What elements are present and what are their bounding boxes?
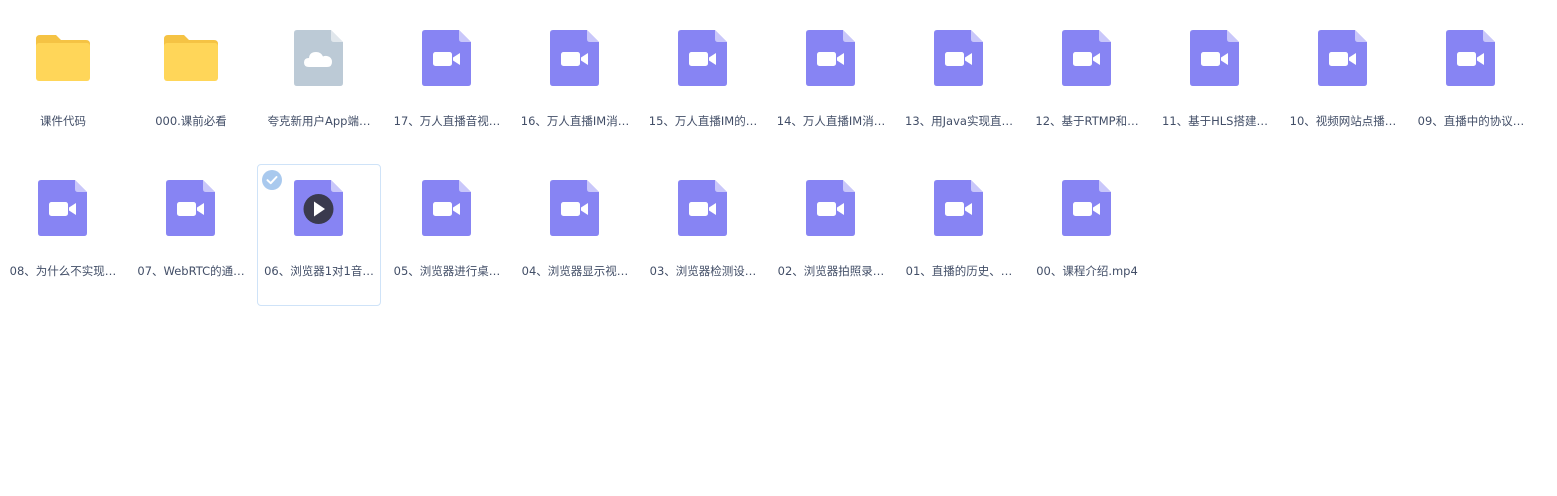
- file-item[interactable]: 01、直播的历史、…: [897, 164, 1021, 306]
- file-grid: 课件代码 000.课前必看 夸克新用户App端… 17、万人直播音视… 16、万人直播I…: [0, 14, 1557, 314]
- video-file-icon: [1190, 30, 1239, 86]
- video-file-icon: [1446, 30, 1495, 86]
- file-item[interactable]: 12、基于RTMP和…: [1025, 14, 1149, 156]
- video-file-icon: [678, 30, 727, 86]
- file-name: 17、万人直播音视…: [393, 114, 501, 128]
- file-item[interactable]: 04、浏览器显示视…: [513, 164, 637, 306]
- file-row-1: 课件代码 000.课前必看 夸克新用户App端… 17、万人直播音视… 16、万人直播I…: [0, 14, 1557, 156]
- folder-icon: [36, 35, 90, 81]
- file-item[interactable]: 11、基于HLS搭建…: [1153, 14, 1277, 156]
- video-file-icon: [1062, 180, 1111, 236]
- file-name: 课件代码: [40, 114, 86, 128]
- video-file-icon: [678, 180, 727, 236]
- file-thumbnail: [258, 179, 380, 237]
- video-file-icon: [422, 30, 471, 86]
- file-name: 06、浏览器1对1音…: [264, 264, 374, 278]
- video-file-icon: [806, 180, 855, 236]
- file-thumbnail: [2, 29, 124, 87]
- file-name: 08、为什么不实现…: [9, 264, 117, 278]
- cloud-file-icon: [294, 30, 343, 86]
- file-thumbnail: [1154, 29, 1276, 87]
- play-icon[interactable]: [303, 194, 334, 224]
- file-item[interactable]: 09、直播中的协议…: [1409, 14, 1533, 156]
- file-thumbnail: [1410, 29, 1532, 87]
- file-item[interactable]: 02、浏览器拍照录…: [769, 164, 893, 306]
- file-thumbnail: [386, 29, 508, 87]
- file-item[interactable]: 15、万人直播IM的…: [641, 14, 765, 156]
- video-file-icon: [422, 180, 471, 236]
- video-file-icon: [294, 180, 343, 236]
- file-thumbnail: [514, 179, 636, 237]
- file-name: 05、浏览器进行桌…: [393, 264, 501, 278]
- folder-icon: [164, 35, 218, 81]
- video-file-icon: [1062, 30, 1111, 86]
- file-thumbnail: [770, 29, 892, 87]
- file-name: 03、浏览器检测设…: [649, 264, 757, 278]
- folder-item[interactable]: 000.课前必看: [129, 14, 253, 156]
- file-row-2: 08、为什么不实现… 07、WebRTC的通… 06、浏览器1对1音… 05、浏览器进…: [0, 164, 1557, 306]
- file-name: 07、WebRTC的通…: [137, 264, 245, 278]
- file-thumbnail: [642, 179, 764, 237]
- file-item[interactable]: 08、为什么不实现…: [1, 164, 125, 306]
- file-thumbnail: [1282, 29, 1404, 87]
- file-thumbnail: [642, 29, 764, 87]
- video-file-icon: [166, 180, 215, 236]
- file-name: 00、课程介绍.mp4: [1036, 264, 1138, 278]
- file-thumbnail: [1026, 29, 1148, 87]
- file-name: 01、直播的历史、…: [905, 264, 1013, 278]
- video-file-icon: [1318, 30, 1367, 86]
- video-file-icon: [806, 30, 855, 86]
- file-name: 10、视频网站点播…: [1289, 114, 1397, 128]
- file-name: 12、基于RTMP和…: [1035, 114, 1139, 128]
- file-thumbnail: [386, 179, 508, 237]
- file-thumbnail: [2, 179, 124, 237]
- file-name: 04、浏览器显示视…: [521, 264, 629, 278]
- file-item[interactable]: 03、浏览器检测设…: [641, 164, 765, 306]
- file-thumbnail: [898, 179, 1020, 237]
- file-thumbnail: [130, 179, 252, 237]
- file-name: 15、万人直播IM的…: [648, 114, 758, 128]
- file-item[interactable]: 10、视频网站点播…: [1281, 14, 1405, 156]
- video-file-icon: [934, 180, 983, 236]
- video-file-icon: [550, 30, 599, 86]
- file-name: 16、万人直播IM消…: [520, 114, 630, 128]
- video-file-icon: [934, 30, 983, 86]
- folder-item[interactable]: 课件代码: [1, 14, 125, 156]
- file-thumbnail: [770, 179, 892, 237]
- file-item[interactable]: 夸克新用户App端…: [257, 14, 381, 156]
- file-item[interactable]: 16、万人直播IM消…: [513, 14, 637, 156]
- video-file-icon: [38, 180, 87, 236]
- file-thumbnail: [1026, 179, 1148, 237]
- file-item[interactable]: 13、用Java实现直…: [897, 14, 1021, 156]
- file-name: 09、直播中的协议…: [1417, 114, 1525, 128]
- file-name: 14、万人直播IM消…: [776, 114, 886, 128]
- file-name: 夸克新用户App端…: [267, 114, 371, 128]
- file-name: 02、浏览器拍照录…: [777, 264, 885, 278]
- file-name: 13、用Java实现直…: [905, 114, 1013, 128]
- file-item[interactable]: 00、课程介绍.mp4: [1025, 164, 1149, 306]
- file-item[interactable]: 05、浏览器进行桌…: [385, 164, 509, 306]
- file-item[interactable]: 17、万人直播音视…: [385, 14, 509, 156]
- video-file-icon: [550, 180, 599, 236]
- file-thumbnail: [514, 29, 636, 87]
- file-thumbnail: [898, 29, 1020, 87]
- file-thumbnail: [258, 29, 380, 87]
- file-thumbnail: [130, 29, 252, 87]
- file-name: 11、基于HLS搭建…: [1162, 114, 1268, 128]
- file-item[interactable]: 14、万人直播IM消…: [769, 14, 893, 156]
- file-name: 000.课前必看: [155, 114, 227, 128]
- file-item[interactable]: 06、浏览器1对1音…: [257, 164, 381, 306]
- file-item[interactable]: 07、WebRTC的通…: [129, 164, 253, 306]
